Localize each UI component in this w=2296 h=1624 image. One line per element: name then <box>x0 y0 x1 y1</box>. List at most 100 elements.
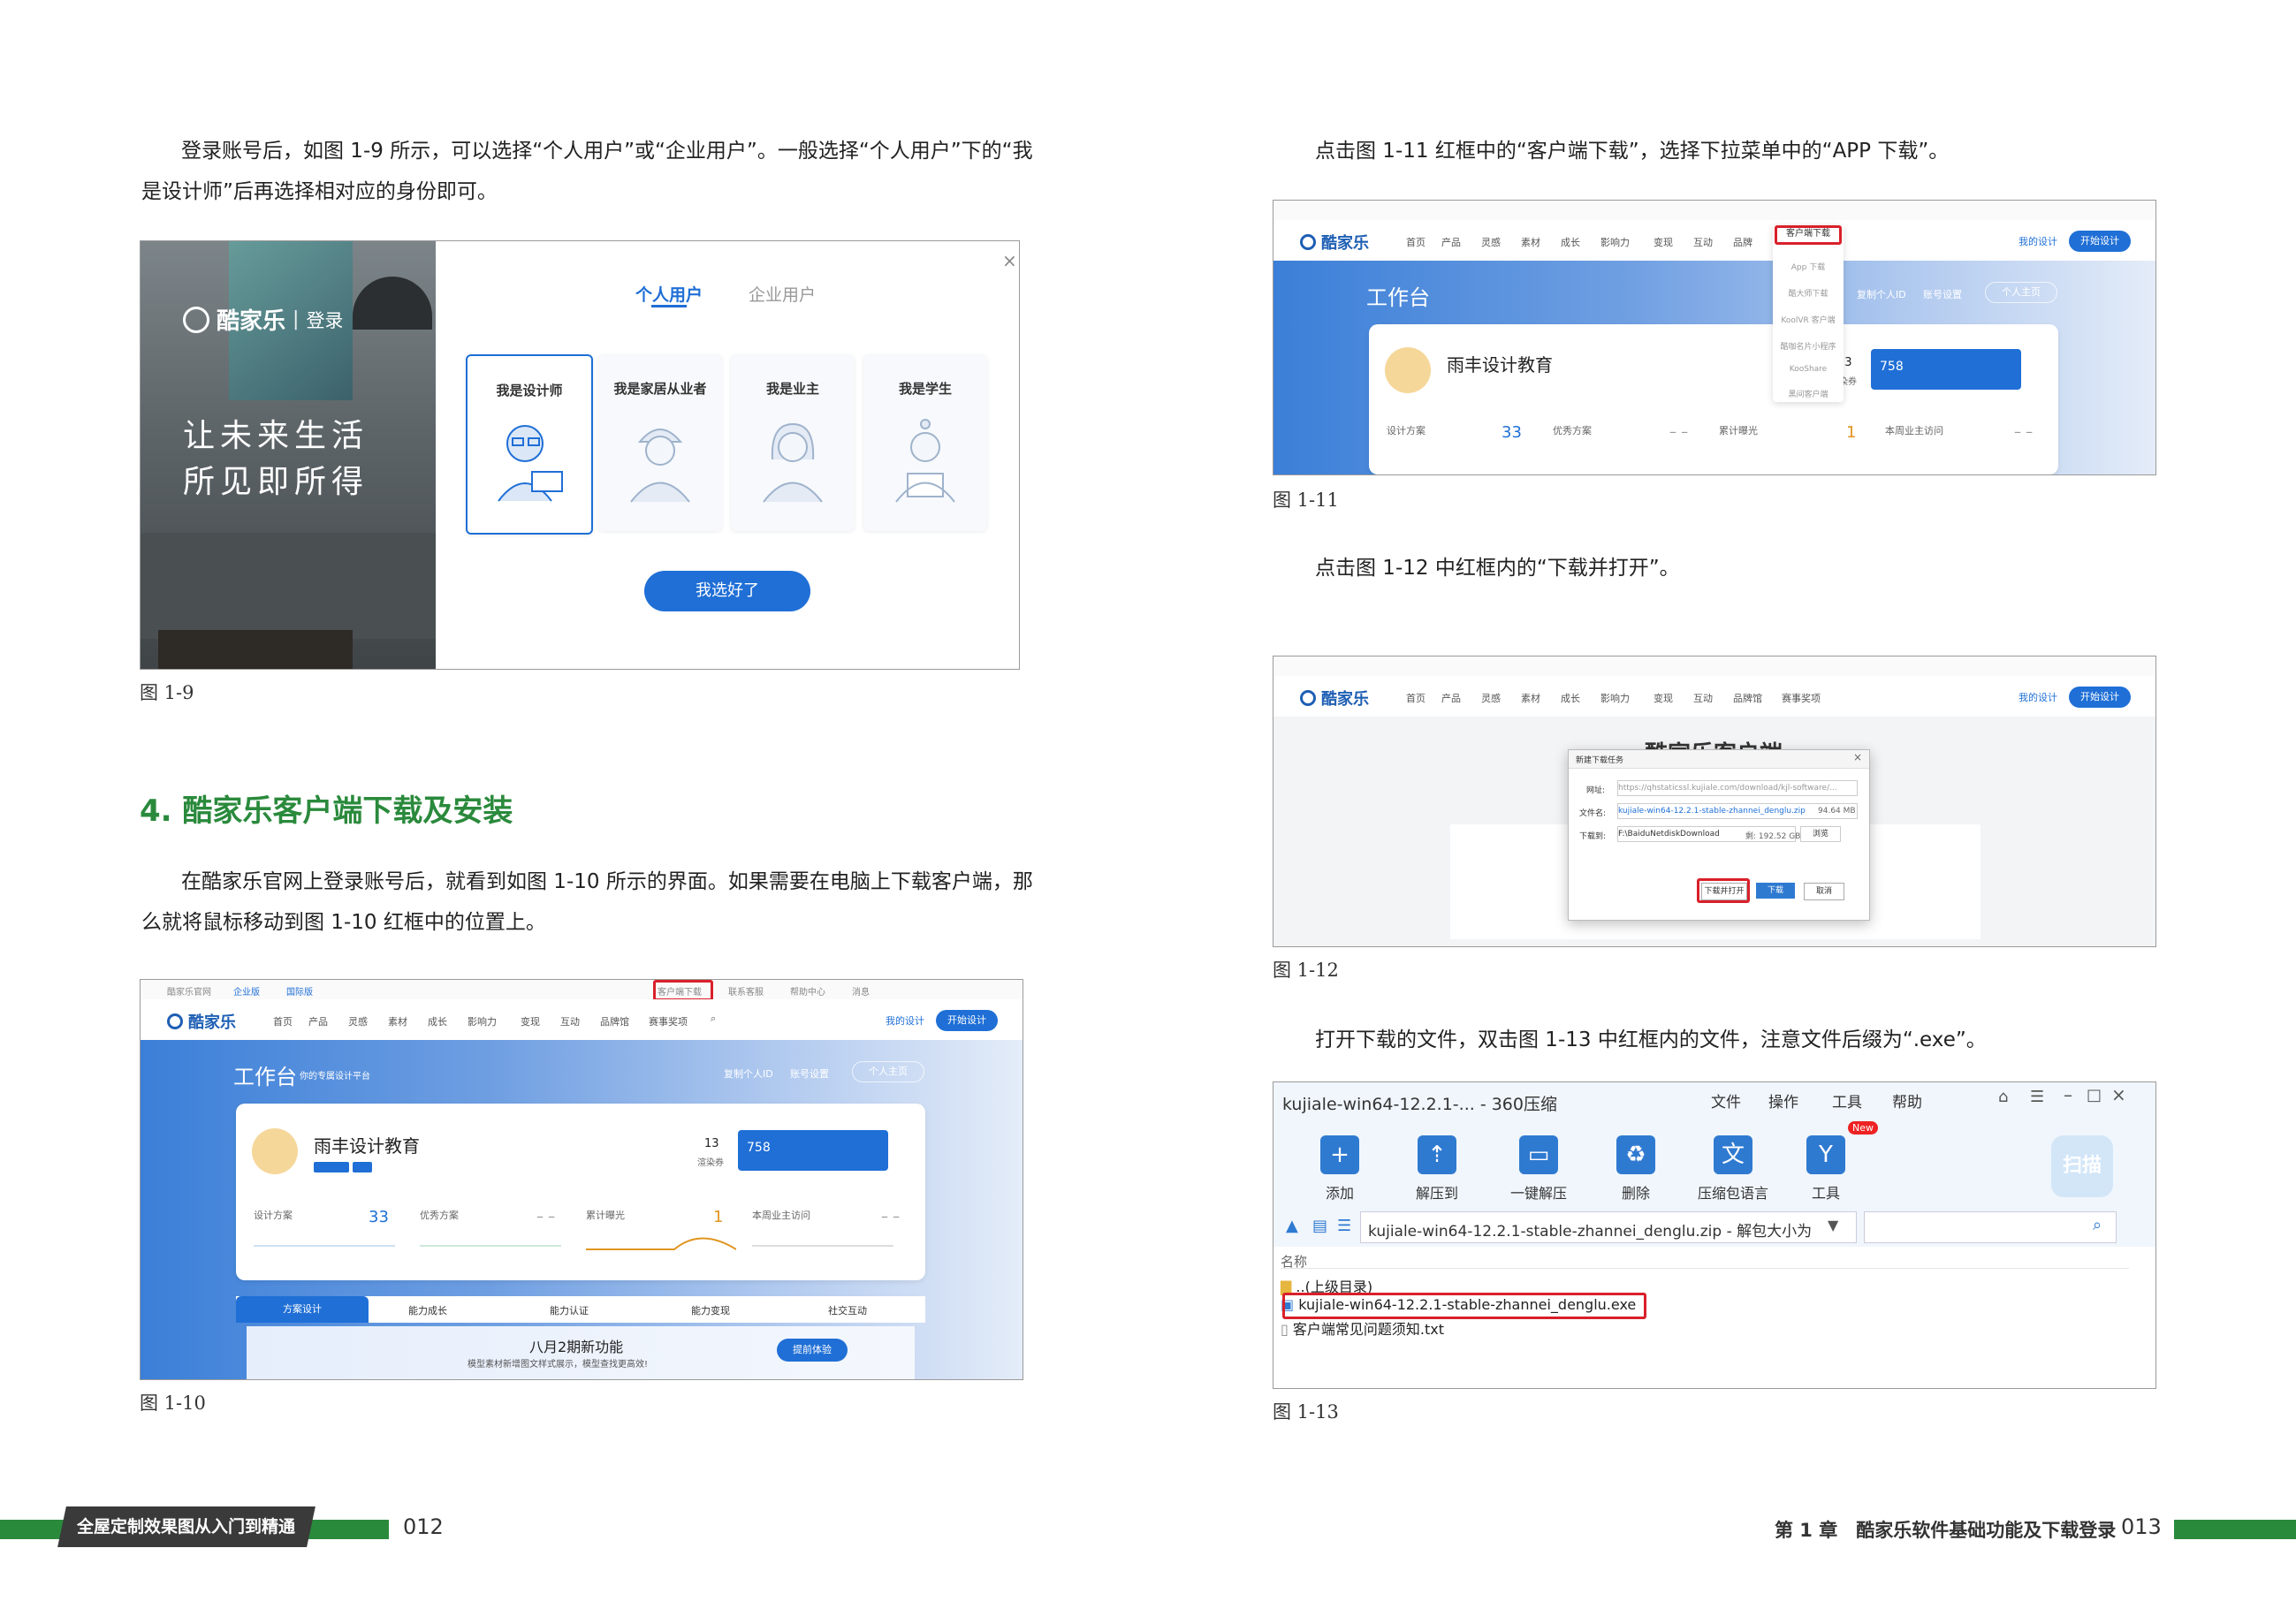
menu-tools[interactable]: 工具 <box>1832 1089 1862 1112</box>
top-link[interactable]: 联系客服 <box>728 984 764 998</box>
view-icon[interactable]: ▤ <box>1312 1217 1327 1235</box>
close-icon[interactable]: × <box>1002 250 1017 271</box>
tab-certification[interactable]: 能力认证 <box>550 1303 589 1317</box>
menu-help[interactable]: 帮助 <box>1892 1089 1922 1112</box>
dropdown-item[interactable]: 酷咖名片小程序 <box>1773 340 1844 352</box>
nav-item[interactable]: 产品 <box>1441 691 1461 705</box>
top-link[interactable]: 企业版 <box>233 984 260 998</box>
site-logo[interactable]: 酷家乐 <box>1300 231 1369 254</box>
cancel-button[interactable]: 取消 <box>1804 883 1844 900</box>
nav-item[interactable]: 赛事奖项 <box>1782 691 1821 705</box>
dropdown-item[interactable]: KoolVR 客户端 <box>1773 314 1844 325</box>
my-design-button[interactable]: 我的设计 <box>883 1013 927 1028</box>
tool-extract-to[interactable]: ⇡ 解压到 <box>1406 1135 1468 1203</box>
coins-panel[interactable]: 758 <box>738 1130 888 1171</box>
personal-home-button[interactable]: 个人主页 <box>1985 282 2057 303</box>
nav-item[interactable]: 影响力 <box>1600 691 1630 705</box>
menu-operate[interactable]: 操作 <box>1768 1089 1798 1112</box>
nav-item[interactable]: 品牌馆 <box>600 1014 629 1028</box>
top-link[interactable]: 帮助中心 <box>790 984 825 998</box>
tool-archive-language[interactable]: 文压缩包语言 <box>1680 1135 1786 1203</box>
nav-item[interactable]: 素材 <box>388 1014 407 1028</box>
account-settings-link[interactable]: 账号设置 <box>790 1066 829 1081</box>
nav-item[interactable]: 素材 <box>1521 235 1540 249</box>
nav-item[interactable]: 产品 <box>1441 235 1461 249</box>
role-card-owner[interactable]: 我是业主 <box>731 354 855 531</box>
nav-item[interactable]: 产品 <box>308 1014 328 1028</box>
search-icon[interactable]: ⌕ <box>2093 1216 2102 1234</box>
start-design-button[interactable]: 开始设计 <box>936 1010 998 1031</box>
close-icon[interactable]: × <box>1853 751 1862 763</box>
my-design-button[interactable]: 我的设计 <box>2016 690 2060 704</box>
coins-panel[interactable]: 758 <box>1871 349 2021 390</box>
personal-home-button[interactable]: 个人主页 <box>852 1061 924 1082</box>
dropdown-item[interactable]: 酷大师下载 <box>1773 287 1844 299</box>
role-card-home-industry[interactable]: 我是家居从业者 <box>598 354 722 531</box>
browse-button[interactable]: 浏览 <box>1800 826 1841 842</box>
skin-icon[interactable]: ⌂ <box>1998 1088 2008 1106</box>
nav-item[interactable]: 赛事奖项 <box>649 1014 688 1028</box>
nav-item[interactable]: 素材 <box>1521 691 1540 705</box>
start-design-button[interactable]: 开始设计 <box>2069 231 2131 252</box>
tool-add[interactable]: + 添加 <box>1309 1135 1371 1203</box>
site-logo[interactable]: 酷家乐 <box>1300 687 1369 710</box>
tool-utilities[interactable]: Y 工具 <box>1795 1135 1857 1203</box>
up-arrow-icon[interactable]: ▲ <box>1286 1217 1298 1235</box>
nav-item[interactable]: 成长 <box>428 1014 447 1028</box>
tab-enterprise-user[interactable]: 企业用户 <box>749 282 816 306</box>
dropdown-item[interactable]: KooShare <box>1773 365 1844 374</box>
app-download-item[interactable]: App 下载 <box>1773 261 1844 272</box>
search-input[interactable]: ⌕ <box>1864 1211 2117 1243</box>
dropdown-item[interactable]: 黑间客户端 <box>1773 388 1844 399</box>
tool-one-click-extract[interactable]: ▭ 一键解压 <box>1508 1135 1570 1203</box>
account-settings-link[interactable]: 账号设置 <box>1923 287 1962 301</box>
top-link[interactable]: 消息 <box>852 984 870 998</box>
path-bar[interactable]: kujiale-win64-12.2.1-stable-zhannei_deng… <box>1360 1211 1857 1243</box>
tab-growth[interactable]: 能力成长 <box>408 1303 447 1317</box>
nav-item[interactable]: 互动 <box>560 1014 580 1028</box>
nav-item[interactable]: 变现 <box>521 1014 540 1028</box>
site-logo[interactable]: 酷家乐 <box>167 1010 236 1033</box>
close-icon[interactable]: × <box>2111 1084 2126 1105</box>
minimize-icon[interactable]: – <box>2064 1084 2072 1105</box>
nav-item[interactable]: 影响力 <box>468 1014 497 1028</box>
nav-item[interactable]: 首页 <box>1406 691 1425 705</box>
nav-item[interactable]: 首页 <box>273 1014 293 1028</box>
top-link[interactable]: 酷家乐官网 <box>167 984 211 998</box>
download-button[interactable]: 下载 <box>1756 883 1795 899</box>
nav-item[interactable]: 品牌馆 <box>1733 691 1762 705</box>
nav-item[interactable]: 成长 <box>1561 691 1580 705</box>
url-field[interactable]: https://qhstaticssl.kujiale.com/download… <box>1617 780 1858 796</box>
tab-personal-user[interactable]: 个人用户 <box>635 282 703 306</box>
start-design-button[interactable]: 开始设计 <box>2069 687 2131 708</box>
my-design-button[interactable]: 我的设计 <box>2016 234 2060 248</box>
try-now-button[interactable]: 提前体验 <box>777 1339 848 1362</box>
nav-item[interactable]: 首页 <box>1406 235 1425 249</box>
nav-item[interactable]: 灵感 <box>1481 235 1501 249</box>
nav-item[interactable]: 影响力 <box>1600 235 1630 249</box>
nav-item[interactable]: 灵感 <box>1481 691 1501 705</box>
role-card-student[interactable]: 我是学生 <box>863 354 987 531</box>
nav-item[interactable]: 品牌 <box>1733 235 1752 249</box>
nav-item[interactable]: 变现 <box>1654 235 1673 249</box>
nav-item[interactable]: 变现 <box>1654 691 1673 705</box>
nav-item[interactable]: 互动 <box>1693 691 1713 705</box>
menu-file[interactable]: 文件 <box>1711 1089 1741 1112</box>
tab-social[interactable]: 社交互动 <box>828 1303 867 1317</box>
top-link[interactable]: 国际版 <box>286 984 313 998</box>
copy-id-link[interactable]: 复制个人ID <box>1857 287 1906 301</box>
role-card-designer[interactable]: 我是设计师 <box>466 354 593 535</box>
nav-item[interactable]: 互动 <box>1693 235 1713 249</box>
chevron-down-icon[interactable]: ▼ <box>1828 1217 1838 1233</box>
list-item[interactable]: ▯ 客户端常见问题须知.txt <box>1281 1317 1444 1339</box>
tab-monetize[interactable]: 能力变现 <box>691 1303 730 1317</box>
nav-item[interactable]: 灵感 <box>348 1014 368 1028</box>
maximize-icon[interactable]: □ <box>2087 1086 2102 1104</box>
nav-item[interactable]: 成长 <box>1561 235 1580 249</box>
tool-delete[interactable]: ♻ 删除 <box>1605 1135 1667 1203</box>
scan-button[interactable]: 扫描 <box>2051 1135 2113 1197</box>
confirm-role-button[interactable]: 我选好了 <box>644 571 810 611</box>
menu-icon[interactable]: ☰ <box>2030 1088 2044 1106</box>
copy-id-link[interactable]: 复制个人ID <box>724 1066 773 1081</box>
search-icon[interactable]: ⌕ <box>711 1013 716 1025</box>
